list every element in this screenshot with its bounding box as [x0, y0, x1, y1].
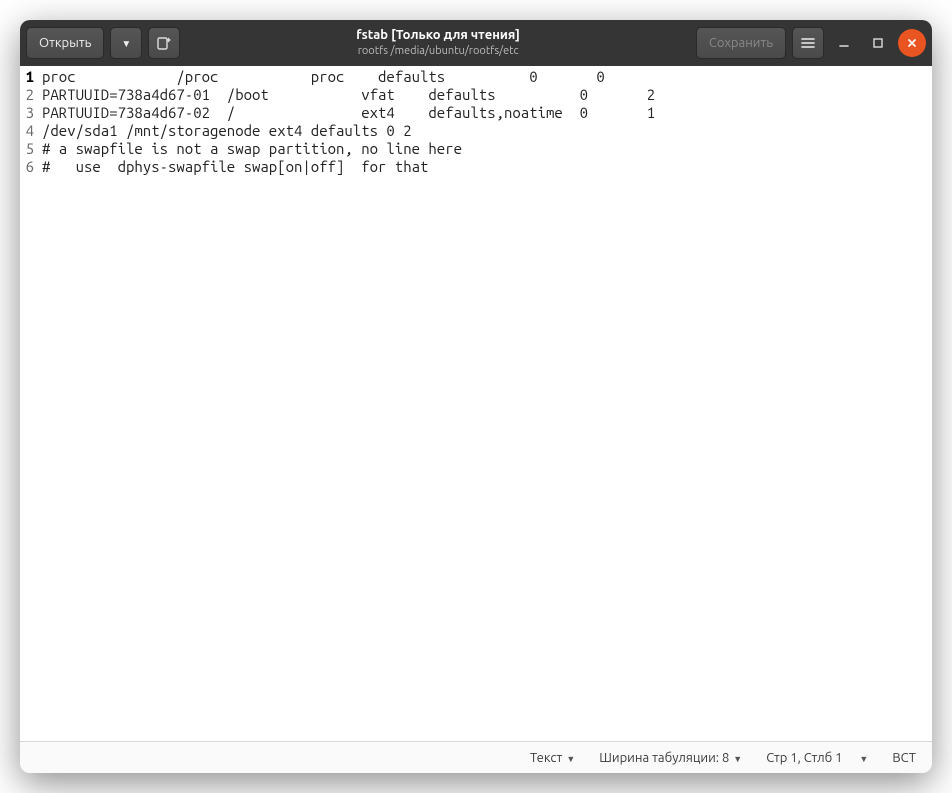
code-line[interactable]: PARTUUID=738a4d67-02 / ext4 defaults,noa…	[42, 104, 655, 122]
cursor-position-label: Стр 1, Стлб 1	[766, 751, 842, 765]
line-number: 5	[20, 140, 34, 158]
syntax-selector[interactable]: Текст ▼	[530, 751, 575, 765]
chevron-down-icon: ▼	[121, 38, 131, 50]
titlebar: Открыть ▼ fstab [Только для чтения] root…	[20, 20, 932, 66]
chevron-down-icon: ▼	[566, 754, 575, 764]
code-content[interactable]: proc /proc proc defaults 0 0PARTUUID=738…	[40, 66, 655, 741]
line-number-gutter: 123456	[20, 66, 40, 741]
maximize-button[interactable]	[864, 29, 892, 57]
cursor-position[interactable]: Стр 1, Стлб 1 ▼	[766, 751, 868, 765]
window-title: fstab [Только для чтения]	[180, 28, 696, 44]
window-subtitle: rootfs /media/ubuntu/rootfs/etc	[180, 45, 696, 58]
code-line[interactable]: proc /proc proc defaults 0 0	[42, 68, 655, 86]
chevron-down-icon: ▼	[859, 754, 868, 764]
code-line[interactable]: # a swapfile is not a swap partition, no…	[42, 140, 655, 158]
tab-width-label: Ширина табуляции: 8	[599, 751, 729, 765]
line-number: 6	[20, 158, 34, 176]
save-button-label: Сохранить	[709, 36, 773, 50]
save-button[interactable]: Сохранить	[696, 27, 786, 59]
line-number: 1	[20, 68, 34, 86]
hamburger-icon	[800, 35, 816, 51]
new-tab-button[interactable]	[148, 27, 180, 59]
maximize-icon	[871, 36, 885, 50]
code-line[interactable]: # use dphys-swapfile swap[on|off] for th…	[42, 158, 655, 176]
code-line[interactable]: PARTUUID=738a4d67-01 /boot vfat defaults…	[42, 86, 655, 104]
statusbar: Текст ▼ Ширина табуляции: 8 ▼ Стр 1, Стл…	[20, 741, 932, 773]
hamburger-menu-button[interactable]	[792, 27, 824, 59]
code-line[interactable]: /dev/sda1 /mnt/storagenode ext4 defaults…	[42, 122, 655, 140]
open-button-label: Открыть	[39, 36, 91, 50]
close-icon	[905, 36, 919, 50]
minimize-button[interactable]	[830, 29, 858, 57]
insert-mode-label: ВСТ	[892, 751, 916, 765]
editor-window: Открыть ▼ fstab [Только для чтения] root…	[20, 20, 932, 773]
line-number: 2	[20, 86, 34, 104]
tab-width-selector[interactable]: Ширина табуляции: 8 ▼	[599, 751, 742, 765]
minimize-icon	[837, 36, 851, 50]
chevron-down-icon: ▼	[733, 754, 742, 764]
line-number: 3	[20, 104, 34, 122]
syntax-label: Текст	[530, 751, 562, 765]
editor-area[interactable]: 123456 proc /proc proc defaults 0 0PARTU…	[20, 66, 932, 741]
close-button[interactable]	[898, 29, 926, 57]
line-number: 4	[20, 122, 34, 140]
new-tab-icon	[156, 35, 172, 51]
open-button[interactable]: Открыть	[26, 27, 104, 59]
insert-mode[interactable]: ВСТ	[892, 751, 916, 765]
open-dropdown-button[interactable]: ▼	[110, 27, 142, 59]
